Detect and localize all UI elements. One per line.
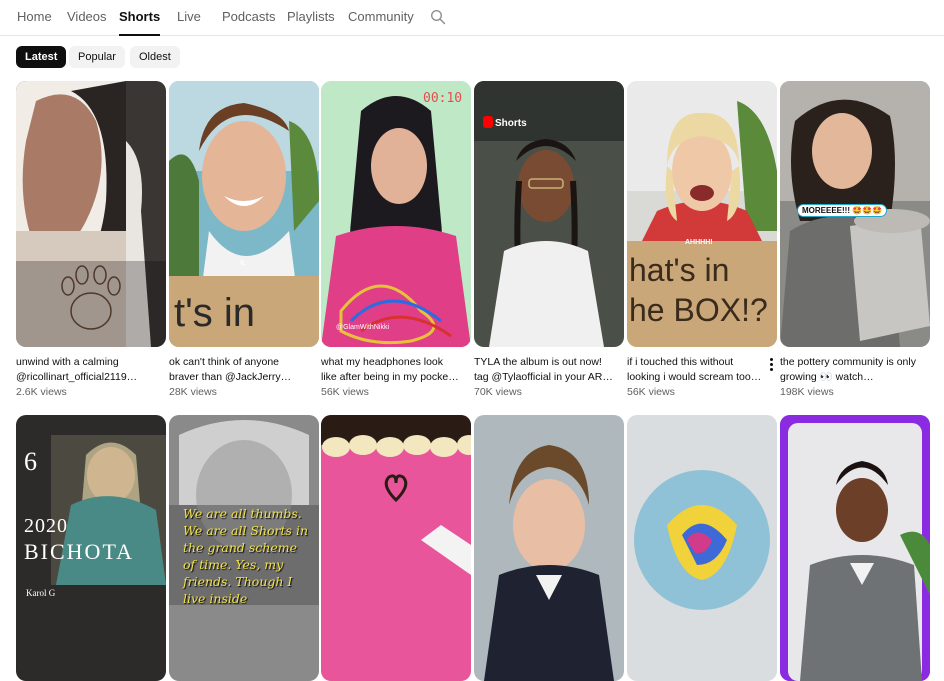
view-count: 198K views [780, 386, 834, 398]
tab-videos[interactable]: Videos [67, 0, 107, 35]
shorts-icon [483, 116, 493, 128]
sticker-overlay: MOREEEE!!! 🤩🤩🤩 [797, 204, 888, 217]
overlay-year: 2020 [24, 515, 68, 537]
view-count: 70K views [474, 386, 522, 398]
overlay-number: 6 [24, 447, 37, 476]
caption-overlay: AHHHH! [685, 239, 713, 246]
tab-playlists[interactable]: Playlists [287, 0, 335, 35]
short-thumbnail[interactable] [321, 415, 471, 681]
tab-home[interactable]: Home [17, 0, 52, 35]
short-title[interactable]: the pottery community is only growing 👀 … [780, 355, 920, 385]
short-thumbnail[interactable] [16, 81, 166, 347]
view-count: 56K views [627, 386, 675, 398]
short-thumbnail[interactable]: t's in it. [169, 81, 319, 347]
short-title[interactable]: unwind with a calming @ricollinart_offic… [16, 355, 156, 385]
channel-tabs: Home Videos Shorts Live Podcasts Playlis… [0, 0, 944, 36]
view-count: 28K views [169, 386, 217, 398]
timer-overlay: 00:10 [423, 91, 463, 106]
caption-overlay: it. [240, 260, 247, 267]
shorts-logo-label: Shorts [495, 118, 527, 129]
overlay-artist: Karol G [26, 588, 56, 598]
short-thumbnail[interactable] [627, 415, 777, 681]
chip-oldest[interactable]: Oldest [130, 46, 180, 68]
tab-shorts[interactable]: Shorts [119, 0, 161, 36]
short-thumbnail[interactable] [474, 415, 624, 681]
search-icon[interactable] [430, 9, 446, 25]
chip-popular[interactable]: Popular [69, 46, 125, 68]
short-thumbnail[interactable]: We are all thumbs. We are all Shorts in … [169, 415, 319, 681]
caption-overlay: We are all thumbs. We are all Shorts in … [183, 506, 308, 606]
more-options-icon[interactable] [765, 357, 777, 373]
shorts-logo: Shorts [483, 116, 527, 129]
caption-overlay: @GlamWithNikki [336, 324, 389, 331]
chip-latest[interactable]: Latest [16, 46, 67, 68]
short-title[interactable]: what my headphones look like after being… [321, 355, 461, 385]
view-count: 56K views [321, 386, 369, 398]
svg-text:he BOX!?: he BOX!? [629, 292, 768, 328]
tab-podcasts[interactable]: Podcasts [222, 0, 275, 35]
short-thumbnail[interactable] [780, 415, 930, 681]
overlay-song: BICHOTA [24, 539, 135, 564]
svg-text:t's in: t's in [174, 291, 255, 335]
short-thumbnail[interactable]: MOREEEE!!! 🤩🤩🤩 [780, 81, 930, 347]
short-thumbnail[interactable]: 6 2020 BICHOTA Karol G [16, 415, 166, 681]
tab-community[interactable]: Community [348, 0, 414, 35]
short-title[interactable]: ok can't think of anyone braver than @Ja… [169, 355, 309, 385]
short-title[interactable]: TYLA the album is out now! tag @Tylaoffi… [474, 355, 614, 385]
svg-text:hat's in: hat's in [629, 252, 729, 288]
short-thumbnail[interactable]: 00:10 @GlamWithNikki [321, 81, 471, 347]
short-thumbnail[interactable]: hat's in he BOX!? AHHHH! [627, 81, 777, 347]
short-title[interactable]: if i touched this without looking i woul… [627, 355, 767, 385]
tab-live[interactable]: Live [177, 0, 201, 35]
short-thumbnail[interactable]: Shorts [474, 81, 624, 347]
view-count: 2.6K views [16, 386, 67, 398]
